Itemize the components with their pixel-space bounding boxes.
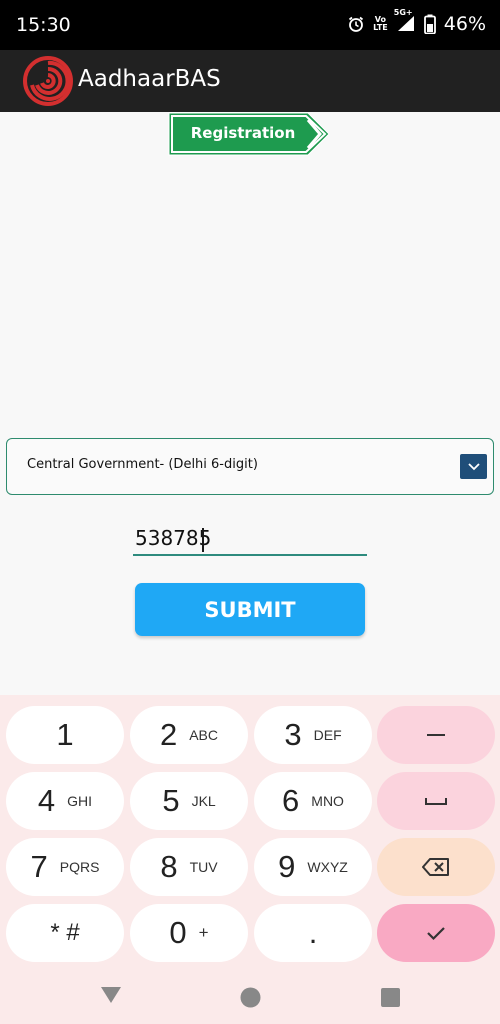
key-1[interactable]: 1	[6, 706, 124, 764]
space-key[interactable]	[377, 772, 495, 830]
main-content: Registration Central Government- (Delhi …	[0, 112, 500, 695]
dropdown-toggle[interactable]	[460, 454, 487, 479]
status-bar: 15:30 Vo LTE 5G+ 46%	[0, 0, 500, 50]
key-0[interactable]: 0 +	[130, 904, 248, 962]
key-star-hash[interactable]: * #	[6, 904, 124, 962]
backspace-icon	[422, 858, 449, 876]
key-5[interactable]: 5 JKL	[130, 772, 248, 830]
registration-banner: Registration	[168, 112, 330, 156]
minus-key[interactable]	[377, 706, 495, 764]
system-nav-bar	[0, 970, 500, 1024]
check-icon	[427, 927, 445, 941]
chevron-down-icon	[467, 462, 480, 470]
minus-icon	[427, 734, 445, 736]
submit-button[interactable]: SUBMIT	[135, 583, 365, 636]
banner-label: Registration	[190, 124, 296, 142]
key-3[interactable]: 3 DEF	[254, 706, 372, 764]
status-icons: Vo LTE 5G+ 46%	[347, 9, 486, 36]
status-time: 15:30	[16, 14, 71, 36]
alarm-icon	[349, 16, 364, 32]
text-cursor	[202, 528, 204, 552]
code-input[interactable]	[133, 522, 367, 556]
space-icon	[425, 798, 447, 805]
dropdown-selected-value: Central Government- (Delhi 6-digit)	[27, 457, 258, 472]
volte-indicator: Vo LTE	[373, 15, 388, 32]
numeric-keyboard: 1 2 ABC 3 DEF 4 GHI 5 JKL 6 MNO 7 PQRS 8…	[0, 695, 500, 970]
key-dot[interactable]: .	[254, 904, 372, 962]
home-circle-icon[interactable]	[240, 987, 261, 1008]
key-6[interactable]: 6 MNO	[254, 772, 372, 830]
battery-level: 46%	[443, 13, 486, 35]
key-7[interactable]: 7 PQRS	[6, 838, 124, 896]
backspace-key[interactable]	[377, 838, 495, 896]
recents-square-icon[interactable]	[381, 988, 400, 1007]
key-4[interactable]: 4 GHI	[6, 772, 124, 830]
app-title: AadhaarBAS	[78, 66, 221, 92]
app-bar: AadhaarBAS	[0, 50, 500, 112]
key-9[interactable]: 9 WXYZ	[254, 838, 372, 896]
done-key[interactable]	[377, 904, 495, 962]
battery-icon	[423, 14, 436, 34]
government-type-dropdown[interactable]: Central Government- (Delhi 6-digit)	[6, 438, 494, 495]
back-triangle-icon[interactable]	[100, 986, 122, 1004]
key-2[interactable]: 2 ABC	[130, 706, 248, 764]
key-8[interactable]: 8 TUV	[130, 838, 248, 896]
network-indicator: 5G+	[394, 9, 416, 36]
fingerprint-spiral-icon	[23, 56, 73, 106]
